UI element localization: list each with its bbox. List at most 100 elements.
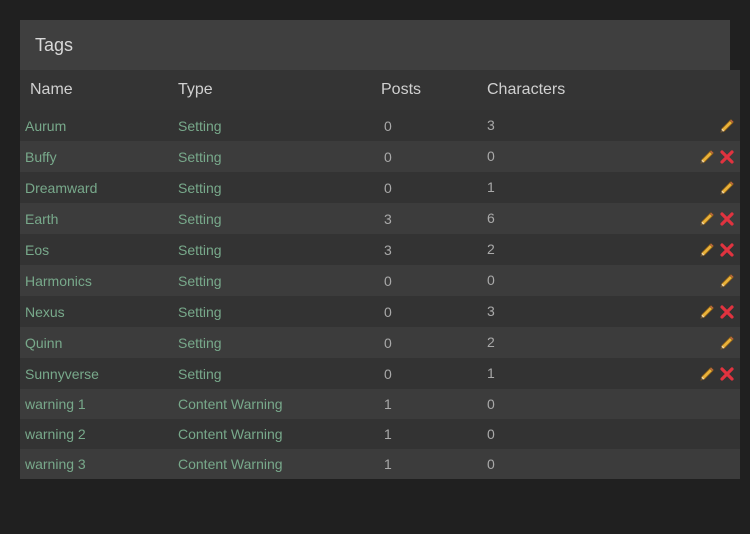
cell-type: Content Warning — [178, 449, 381, 479]
pencil-icon[interactable] — [699, 366, 715, 382]
cell-type: Setting — [178, 358, 381, 389]
table-row: Nexus Setting 0 3 — [20, 296, 740, 327]
characters-count: 0 — [487, 271, 495, 288]
pencil-icon[interactable] — [699, 304, 715, 320]
characters-count: 3 — [487, 302, 495, 319]
cell-characters: 3 — [487, 110, 740, 141]
cell-type: Setting — [178, 203, 381, 234]
table-row: warning 3 Content Warning 1 0 — [20, 449, 740, 479]
cell-posts: 1 — [381, 449, 487, 479]
cell-posts: 1 — [381, 389, 487, 419]
tag-type-link[interactable]: Setting — [178, 242, 222, 258]
table-row: Buffy Setting 0 0 — [20, 141, 740, 172]
column-header-name[interactable]: Name — [20, 70, 178, 110]
tag-type-link[interactable]: Setting — [178, 304, 222, 320]
characters-count: 0 — [487, 396, 495, 412]
tag-name-link[interactable]: Dreamward — [25, 180, 97, 196]
pencil-icon[interactable] — [699, 149, 715, 165]
delete-x-icon[interactable] — [719, 211, 735, 227]
cell-type: Content Warning — [178, 419, 381, 449]
characters-count: 0 — [487, 456, 495, 472]
column-header-characters[interactable]: Characters — [487, 70, 740, 110]
cell-characters: 0 — [487, 389, 740, 419]
column-header-type[interactable]: Type — [178, 70, 381, 110]
characters-count: 6 — [487, 209, 495, 226]
row-actions — [695, 210, 735, 227]
row-actions — [715, 272, 735, 289]
tag-name-link[interactable]: Quinn — [25, 335, 62, 351]
cell-type: Setting — [178, 234, 381, 265]
tag-name-link[interactable]: Earth — [25, 211, 58, 227]
pencil-icon[interactable] — [719, 118, 735, 134]
tag-name-link[interactable]: Eos — [25, 242, 49, 258]
tag-name-link[interactable]: warning 3 — [25, 456, 86, 472]
tag-name-link[interactable]: warning 2 — [25, 426, 86, 442]
cell-posts: 0 — [381, 327, 487, 358]
tag-type-link[interactable]: Content Warning — [178, 426, 283, 442]
delete-x-icon[interactable] — [719, 304, 735, 320]
table-row: warning 2 Content Warning 1 0 — [20, 419, 740, 449]
cell-characters: 0 — [487, 449, 740, 479]
characters-count: 1 — [487, 178, 495, 195]
cell-name: Buffy — [20, 141, 178, 172]
cell-characters: 2 — [487, 234, 740, 265]
cell-name: Quinn — [20, 327, 178, 358]
delete-x-icon[interactable] — [719, 242, 735, 258]
cell-name: Harmonics — [20, 265, 178, 296]
cell-name: Aurum — [20, 110, 178, 141]
cell-posts: 0 — [381, 358, 487, 389]
tag-type-link[interactable]: Setting — [178, 149, 222, 165]
tag-type-link[interactable]: Setting — [178, 211, 222, 227]
tag-type-link[interactable]: Setting — [178, 180, 222, 196]
cell-name: Sunnyverse — [20, 358, 178, 389]
column-header-posts[interactable]: Posts — [381, 70, 487, 110]
row-actions — [715, 117, 735, 134]
cell-posts: 0 — [381, 265, 487, 296]
cell-posts: 0 — [381, 296, 487, 327]
cell-characters: 0 — [487, 419, 740, 449]
characters-count: 3 — [487, 116, 495, 133]
cell-characters: 0 — [487, 265, 740, 296]
cell-name: Earth — [20, 203, 178, 234]
cell-type: Setting — [178, 327, 381, 358]
characters-count: 1 — [487, 364, 495, 381]
cell-characters: 2 — [487, 327, 740, 358]
tag-type-link[interactable]: Setting — [178, 335, 222, 351]
tag-name-link[interactable]: Sunnyverse — [25, 366, 99, 382]
panel-title: Tags — [20, 20, 730, 70]
table-header-row: Name Type Posts Characters — [20, 70, 740, 110]
cell-name: Eos — [20, 234, 178, 265]
delete-x-icon[interactable] — [719, 149, 735, 165]
delete-x-icon[interactable] — [719, 366, 735, 382]
pencil-icon[interactable] — [719, 335, 735, 351]
tag-name-link[interactable]: Harmonics — [25, 273, 92, 289]
cell-characters: 1 — [487, 358, 740, 389]
tag-name-link[interactable]: Nexus — [25, 304, 65, 320]
cell-name: warning 3 — [20, 449, 178, 479]
cell-characters: 6 — [487, 203, 740, 234]
tags-table: Name Type Posts Characters Aurum Setting 0… — [20, 70, 740, 479]
tag-type-link[interactable]: Setting — [178, 273, 222, 289]
tag-type-link[interactable]: Setting — [178, 118, 222, 134]
pencil-icon[interactable] — [699, 242, 715, 258]
row-actions — [695, 303, 735, 320]
pencil-icon[interactable] — [719, 273, 735, 289]
tag-name-link[interactable]: warning 1 — [25, 396, 86, 412]
table-row: Harmonics Setting 0 0 — [20, 265, 740, 296]
tag-type-link[interactable]: Setting — [178, 366, 222, 382]
pencil-icon[interactable] — [699, 211, 715, 227]
cell-posts: 0 — [381, 110, 487, 141]
table-row: warning 1 Content Warning 1 0 — [20, 389, 740, 419]
characters-count: 0 — [487, 147, 495, 164]
tag-type-link[interactable]: Content Warning — [178, 456, 283, 472]
table-row: Aurum Setting 0 3 — [20, 110, 740, 141]
cell-posts: 1 — [381, 419, 487, 449]
tag-name-link[interactable]: Aurum — [25, 118, 66, 134]
tag-type-link[interactable]: Content Warning — [178, 396, 283, 412]
cell-name: Nexus — [20, 296, 178, 327]
cell-type: Content Warning — [178, 389, 381, 419]
tag-name-link[interactable]: Buffy — [25, 149, 57, 165]
characters-count: 0 — [487, 426, 495, 442]
cell-posts: 0 — [381, 141, 487, 172]
pencil-icon[interactable] — [719, 180, 735, 196]
